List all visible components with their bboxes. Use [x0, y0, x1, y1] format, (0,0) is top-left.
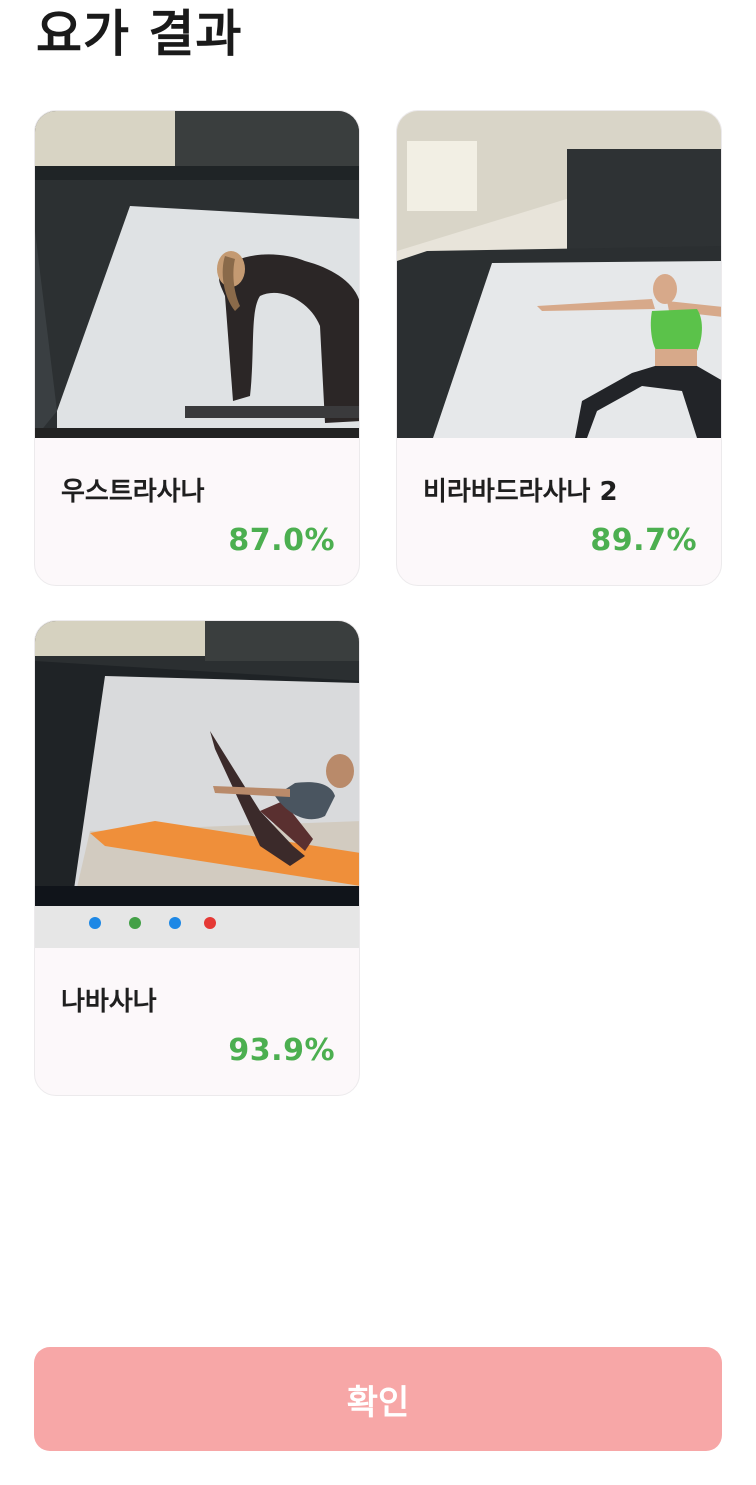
pose-score: 93.9% [228, 1033, 335, 1068]
pose-name: 우스트라사나 [61, 477, 205, 507]
pose-photo [35, 621, 359, 948]
pose-score: 87.0% [228, 523, 335, 558]
yoga-results-screen: 요가 결과 우스트라사나 87.0% 비라바드라사나 2 89.7% 나바사나 … [0, 0, 756, 1485]
result-card-virabhadrasana-2[interactable]: 비라바드라사나 2 89.7% [396, 110, 722, 586]
page-title: 요가 결과 [36, 5, 243, 63]
pose-photo [397, 111, 721, 438]
pose-name: 비라바드라사나 2 [423, 477, 618, 507]
result-card-navasana[interactable]: 나바사나 93.9% [34, 620, 360, 1096]
pose-score: 89.7% [590, 523, 697, 558]
result-card-ustrasana[interactable]: 우스트라사나 87.0% [34, 110, 360, 586]
pose-photo [35, 111, 359, 438]
confirm-button[interactable]: 확인 [34, 1347, 722, 1451]
pose-name: 나바사나 [61, 987, 157, 1017]
